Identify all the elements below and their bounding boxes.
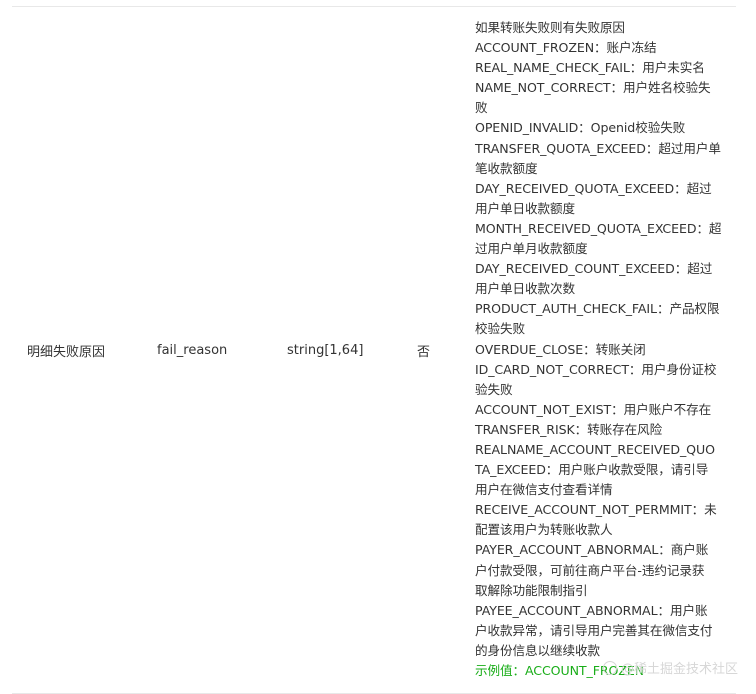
description-line: PAYEE_ACCOUNT_ABNORMAL：用户账 bbox=[475, 602, 708, 618]
required-cell: 否 bbox=[417, 344, 431, 360]
description-line: TRANSFER_RISK：转账存在风险 bbox=[475, 421, 663, 437]
description-line: 笔收款额度 bbox=[475, 160, 538, 176]
description-line: 校验失败 bbox=[475, 321, 525, 337]
description-line: REAL_NAME_CHECK_FAIL：用户未实名 bbox=[475, 60, 705, 76]
description-line: 败 bbox=[475, 100, 488, 116]
param-name-cell: fail_reason bbox=[157, 342, 228, 358]
description-line: 用户单日收款额度 bbox=[475, 200, 575, 216]
field-name-cell: 明细失败原因 bbox=[27, 344, 106, 360]
description-line: PRODUCT_AUTH_CHECK_FAIL：产品权限 bbox=[475, 301, 720, 317]
table-row: 明细失败原因 fail_reason string[1,64] 否 如果转账失败… bbox=[12, 6, 736, 694]
type-cell: string[1,64] bbox=[287, 342, 364, 358]
description-line: ACCOUNT_NOT_EXIST：用户账户不存在 bbox=[475, 401, 712, 417]
description-line: 过用户单月收款额度 bbox=[475, 241, 588, 257]
description-line: 户收款异常，请引导用户完善其在微信支付 bbox=[475, 622, 713, 638]
description-line: 取解除功能限制指引 bbox=[475, 582, 588, 598]
description-line: DAY_RECEIVED_QUOTA_EXCEED：超过 bbox=[475, 180, 712, 196]
description-line: 用户单日收款次数 bbox=[475, 281, 575, 297]
description-line: RECEIVE_ACCOUNT_NOT_PERMMIT：未 bbox=[475, 502, 717, 518]
watermark-logo-icon bbox=[602, 660, 617, 675]
watermark: @稀土掘金技术社区 bbox=[602, 658, 738, 677]
description-line: OPENID_INVALID：Openid校验失败 bbox=[475, 120, 686, 136]
description-line: PAYER_ACCOUNT_ABNORMAL：商户账 bbox=[475, 542, 709, 558]
description-line: OVERDUE_CLOSE：转账关闭 bbox=[475, 341, 646, 357]
watermark-text: @稀土掘金技术社区 bbox=[620, 662, 738, 677]
description-line: 验失败 bbox=[475, 381, 513, 397]
description-line: NAME_NOT_CORRECT：用户姓名校验失 bbox=[475, 80, 711, 96]
description-line: REALNAME_ACCOUNT_RECEIVED_QUO bbox=[475, 441, 715, 457]
description-line: ACCOUNT_FROZEN：账户冻结 bbox=[475, 40, 657, 56]
description-line: 用户在微信支付查看详情 bbox=[475, 482, 613, 498]
description-cell: 如果转账失败则有失败原因 ACCOUNT_FROZEN：账户冻结 REAL_NA… bbox=[475, 18, 733, 681]
description-line: MONTH_RECEIVED_QUOTA_EXCEED：超 bbox=[475, 220, 722, 236]
description-line: TRANSFER_QUOTA_EXCEED：超过用户单 bbox=[475, 140, 721, 156]
description-line: 户付款受限，可前往商户平台-违约记录获 bbox=[475, 562, 705, 578]
description-line: TA_EXCEED：用户账户收款受限，请引导 bbox=[475, 462, 709, 478]
description-line: DAY_RECEIVED_COUNT_EXCEED：超过 bbox=[475, 261, 713, 277]
description-line: 配置该用户为转账收款人 bbox=[475, 522, 613, 538]
description-line: 如果转账失败则有失败原因 bbox=[475, 20, 625, 35]
description-line: ID_CARD_NOT_CORRECT：用户身份证校 bbox=[475, 361, 717, 377]
